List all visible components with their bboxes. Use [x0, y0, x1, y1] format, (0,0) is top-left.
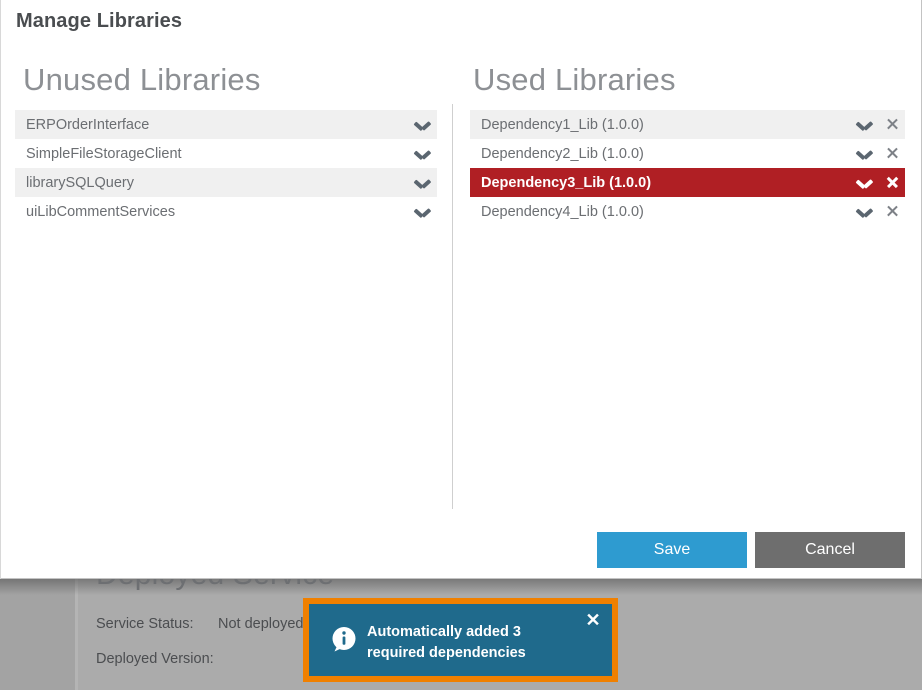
table-row[interactable]: Dependency2_Lib (1.0.0) [470, 139, 905, 168]
table-row[interactable]: librarySQLQuery [15, 168, 437, 197]
chevron-down-icon[interactable] [407, 110, 437, 139]
library-name: uiLibCommentServices [26, 203, 176, 220]
row-actions [849, 139, 905, 168]
service-status-value: Not deployed [218, 616, 304, 632]
deployed-version-label: Deployed Version: [96, 651, 214, 667]
library-name: librarySQLQuery [26, 174, 134, 191]
close-icon[interactable]: ✕ [583, 610, 603, 630]
unused-libraries-list: ERPOrderInterface SimpleFileStorageClien… [15, 110, 437, 226]
dialog-left-border [0, 0, 1, 579]
table-row[interactable]: Dependency1_Lib (1.0.0) [470, 110, 905, 139]
table-row[interactable]: Dependency3_Lib (1.0.0) [470, 168, 905, 197]
library-name: Dependency2_Lib (1.0.0) [481, 145, 644, 162]
info-icon [329, 625, 359, 655]
row-actions [407, 168, 437, 197]
row-actions [849, 197, 905, 226]
panel-divider [452, 104, 453, 509]
notification-message: Automatically added 3 required dependenc… [367, 624, 526, 661]
background-sidebar-rail [0, 579, 75, 690]
chevron-down-icon[interactable] [849, 197, 879, 226]
library-name: SimpleFileStorageClient [26, 145, 182, 162]
remove-library-icon[interactable] [879, 139, 905, 168]
chevron-down-icon[interactable] [849, 168, 879, 197]
chevron-down-icon[interactable] [407, 168, 437, 197]
table-row[interactable]: Dependency4_Lib (1.0.0) [470, 197, 905, 226]
library-name: Dependency4_Lib (1.0.0) [481, 203, 644, 220]
chevron-down-icon[interactable] [407, 197, 437, 226]
row-actions [407, 110, 437, 139]
used-libraries-list: Dependency1_Lib (1.0.0) Dependency2_Lib … [470, 110, 905, 226]
remove-library-icon[interactable] [879, 197, 905, 226]
chevron-down-icon[interactable] [407, 139, 437, 168]
background-sidebar-divider [75, 579, 78, 690]
row-actions [407, 139, 437, 168]
manage-libraries-dialog: Manage Libraries Unused Libraries ERPOrd… [0, 0, 922, 579]
remove-library-icon[interactable] [879, 168, 905, 197]
cancel-button[interactable]: Cancel [755, 532, 905, 568]
table-row[interactable]: uiLibCommentServices [15, 197, 437, 226]
service-status-label: Service Status: [96, 616, 194, 632]
row-actions [407, 197, 437, 226]
table-row[interactable]: SimpleFileStorageClient [15, 139, 437, 168]
used-libraries-heading: Used Libraries [473, 62, 676, 97]
row-actions [849, 168, 905, 197]
chevron-down-icon[interactable] [849, 139, 879, 168]
notification-toast-body: Automatically added 3 required dependenc… [309, 604, 612, 676]
library-name: Dependency1_Lib (1.0.0) [481, 116, 644, 133]
row-actions [849, 110, 905, 139]
library-name: ERPOrderInterface [26, 116, 150, 133]
chevron-down-icon[interactable] [849, 110, 879, 139]
unused-libraries-heading: Unused Libraries [23, 62, 261, 97]
page-title: Manage Libraries [16, 10, 183, 32]
notification-toast: Automatically added 3 required dependenc… [303, 598, 618, 682]
remove-library-icon[interactable] [879, 110, 905, 139]
table-row[interactable]: ERPOrderInterface [15, 110, 437, 139]
library-name: Dependency3_Lib (1.0.0) [481, 174, 652, 191]
save-button[interactable]: Save [597, 532, 747, 568]
